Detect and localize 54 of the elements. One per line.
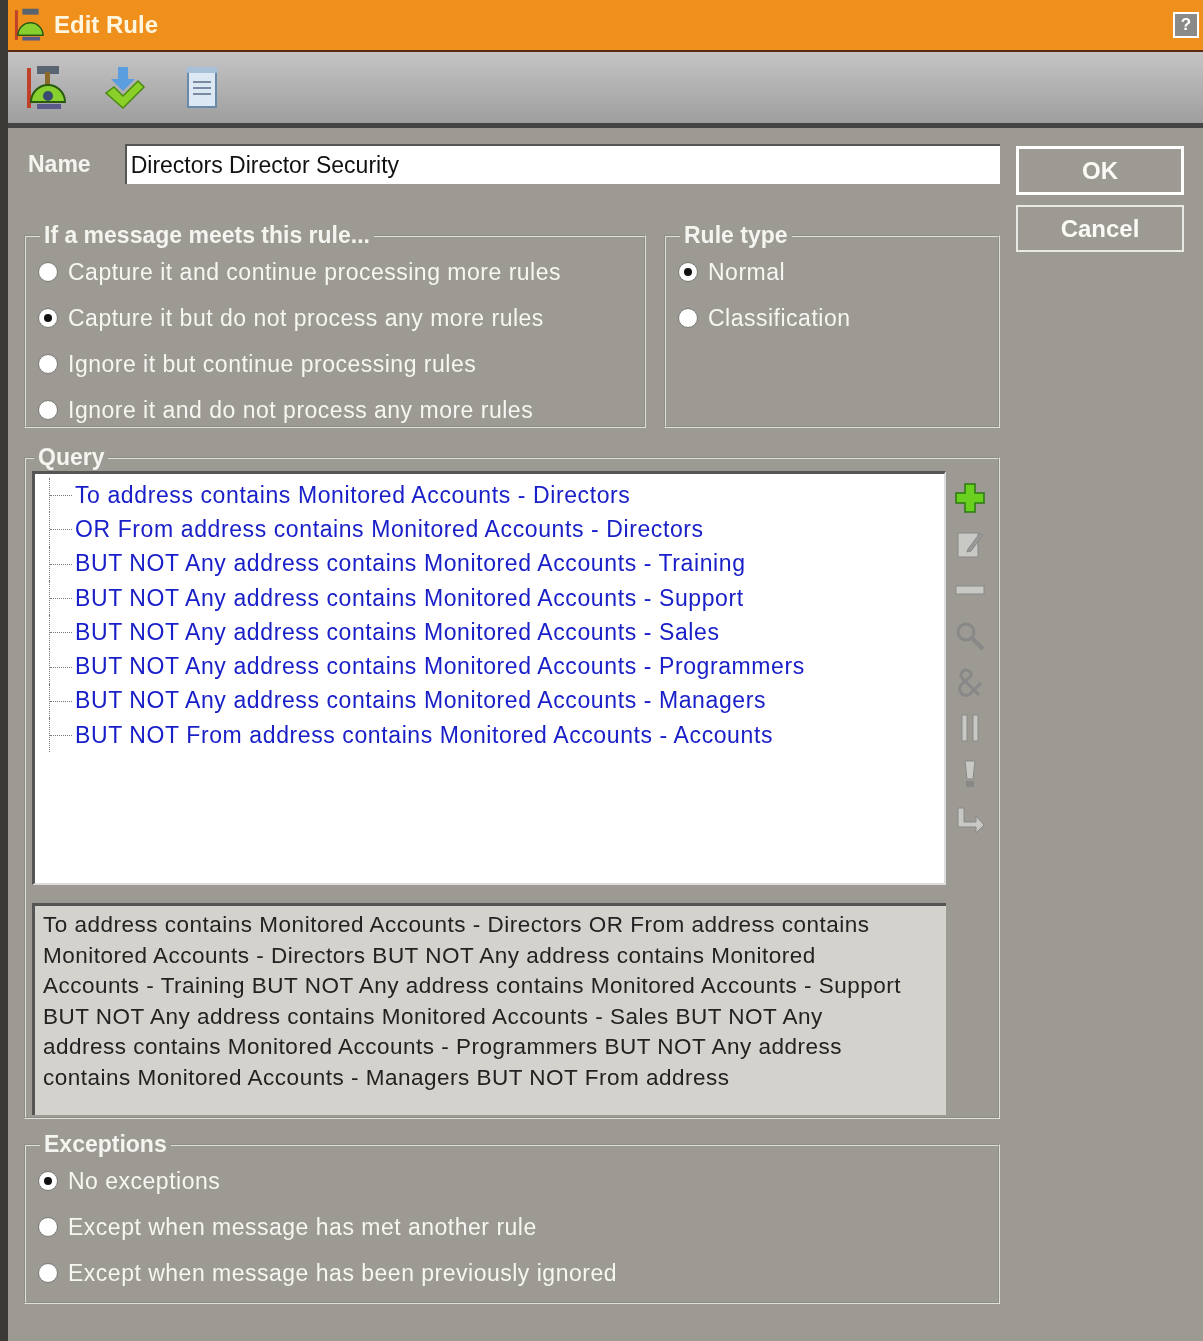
query-tool-button[interactable] — [953, 481, 987, 515]
tree-connector — [49, 615, 75, 650]
radio-option[interactable]: Ignore it but continue processing rules — [38, 341, 632, 387]
tree-connector — [49, 512, 75, 547]
condition-item[interactable]: To address contains Monitored Accounts - Directors — [75, 481, 631, 509]
condition-item[interactable]: BUT NOT Any address contains Monitored Accounts - Support — [75, 584, 744, 612]
pencil-note-icon — [956, 529, 984, 559]
radio-button[interactable] — [38, 354, 58, 374]
tree-connector — [49, 478, 75, 513]
radio-button[interactable] — [38, 1263, 58, 1283]
checkmark-arrow-icon — [102, 64, 146, 111]
radio-option[interactable]: Classification — [678, 295, 986, 341]
group-title: Exceptions — [43, 1131, 168, 1158]
condition-item[interactable]: OR From address contains Monitored Accounts - Directors — [75, 515, 704, 543]
radio-option[interactable]: Normal — [678, 249, 986, 295]
radio-option[interactable]: Capture it but do not process any more rules — [38, 295, 632, 341]
radio-button[interactable] — [678, 308, 698, 328]
radio-option[interactable]: Capture it and continue processing more rules — [38, 249, 632, 295]
tree-connector — [49, 718, 75, 753]
double-bar-icon — [960, 713, 980, 743]
minus-icon — [955, 585, 985, 595]
group-title: Query — [37, 444, 106, 471]
turn-arrow-icon — [955, 807, 985, 833]
radio-button[interactable] — [678, 262, 698, 282]
condition-item[interactable]: BUT NOT From address contains Monitored Accounts - Accounts — [75, 721, 773, 749]
condition-item[interactable]: BUT NOT Any address contains Monitored Accounts - Managers — [75, 687, 767, 715]
name-field[interactable]: Directors Director Security — [124, 144, 1000, 184]
plus-icon — [955, 483, 985, 513]
radio-button[interactable] — [38, 1217, 58, 1237]
radio-option[interactable]: No exceptions — [38, 1158, 986, 1204]
tree-connector — [49, 546, 75, 581]
tree-connector — [49, 683, 75, 719]
condition-item[interactable]: BUT NOT Any address contains Monitored Accounts - Programmers — [75, 653, 805, 681]
radio-button[interactable] — [38, 262, 58, 282]
query-description: To address contains Monitored Accounts - Directors OR From address contains Monitored Accounts - Directors BUT NOT Any address contains Monitored Accounts - Training BUT NOT Any address contains Monitored Accounts - Support BUT NOT Any address contains Monitored Accounts - Sales BUT NOT Any address contains Monitored Accounts - Programmers BUT NOT Any address contains Monitored Accounts - Managers BUT NOT From address — [32, 903, 946, 1115]
radio-button[interactable] — [38, 1171, 58, 1191]
hammer-wrench-icon — [12, 7, 46, 43]
group-title: If a message meets this rule... — [43, 222, 371, 249]
tree-connector — [49, 580, 75, 616]
name-label: Name — [28, 150, 91, 178]
radio-option[interactable]: Except when message has been previously ignored — [38, 1250, 986, 1296]
group-title: Rule type — [683, 222, 789, 249]
condition-item[interactable]: BUT NOT Any address contains Monitored Accounts - Sales — [75, 618, 720, 646]
radio-button[interactable] — [38, 308, 58, 328]
tree-connector — [49, 649, 75, 684]
radio-button[interactable] — [38, 400, 58, 420]
window-title: Edit Rule — [54, 11, 159, 39]
radio-option[interactable]: Ignore it and do not process any more rules — [38, 387, 632, 433]
radio-option[interactable]: Except when message has met another rule — [38, 1204, 986, 1250]
cancel-button[interactable]: Cancel — [1016, 205, 1184, 252]
exclamation-icon — [962, 759, 978, 789]
condition-item[interactable]: BUT NOT Any address contains Monitored Accounts - Training — [75, 550, 746, 578]
help-button[interactable]: ? — [1173, 12, 1199, 38]
ok-button[interactable]: OK — [1016, 146, 1184, 195]
